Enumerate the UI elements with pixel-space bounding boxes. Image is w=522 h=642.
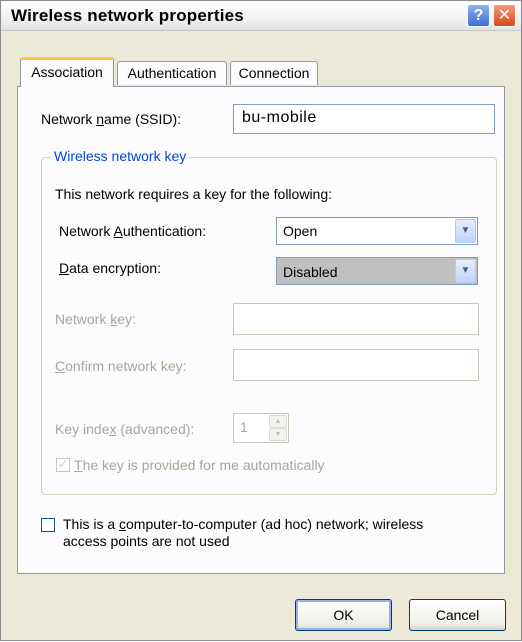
key-index-label: Key index (advanced): (55, 421, 195, 437)
dialog-window: Wireless network properties ? ✕ Associat… (0, 0, 522, 641)
triangle-up-icon[interactable]: ▲ (269, 415, 287, 428)
confirm-key-label: Confirm network key: (55, 358, 187, 374)
wireless-key-legend: Wireless network key (51, 148, 190, 164)
triangle-down-icon[interactable]: ▼ (269, 428, 287, 441)
confirm-key-input[interactable] (233, 349, 479, 381)
checkmark-icon: ✓ (58, 457, 69, 471)
data-encryption-label: Data encryption: (59, 260, 161, 276)
adhoc-label: This is a computer-to-computer (ad hoc) … (63, 516, 424, 549)
panel-content: Network name (SSID): bu-mobile Wireless … (1, 1, 522, 642)
data-encryption-select[interactable]: Disabled ▼ (276, 257, 478, 285)
chevron-down-icon[interactable]: ▼ (455, 259, 476, 283)
network-authentication-value: Open (283, 223, 318, 239)
network-key-input[interactable] (233, 303, 479, 335)
chevron-down-icon[interactable]: ▼ (455, 219, 476, 243)
network-name-value: bu-mobile (242, 109, 317, 126)
auto-key-label: The key is provided for me automatically (74, 457, 325, 473)
network-authentication-select[interactable]: Open ▼ (276, 217, 478, 245)
auto-key-checkbox[interactable]: ✓ (56, 457, 70, 472)
network-name-label: Network name (SSID): (41, 111, 182, 127)
network-authentication-label: Network Authentication: (59, 223, 207, 239)
key-index-value: 1 (240, 419, 248, 435)
key-index-spinner[interactable]: 1 ▲ ▼ (233, 413, 289, 443)
network-name-input[interactable]: bu-mobile (233, 104, 495, 134)
data-encryption-value: Disabled (283, 264, 338, 280)
adhoc-checkbox[interactable] (41, 518, 55, 532)
key-requirement-description: This network requires a key for the foll… (55, 186, 333, 202)
network-key-label: Network key: (55, 311, 136, 327)
